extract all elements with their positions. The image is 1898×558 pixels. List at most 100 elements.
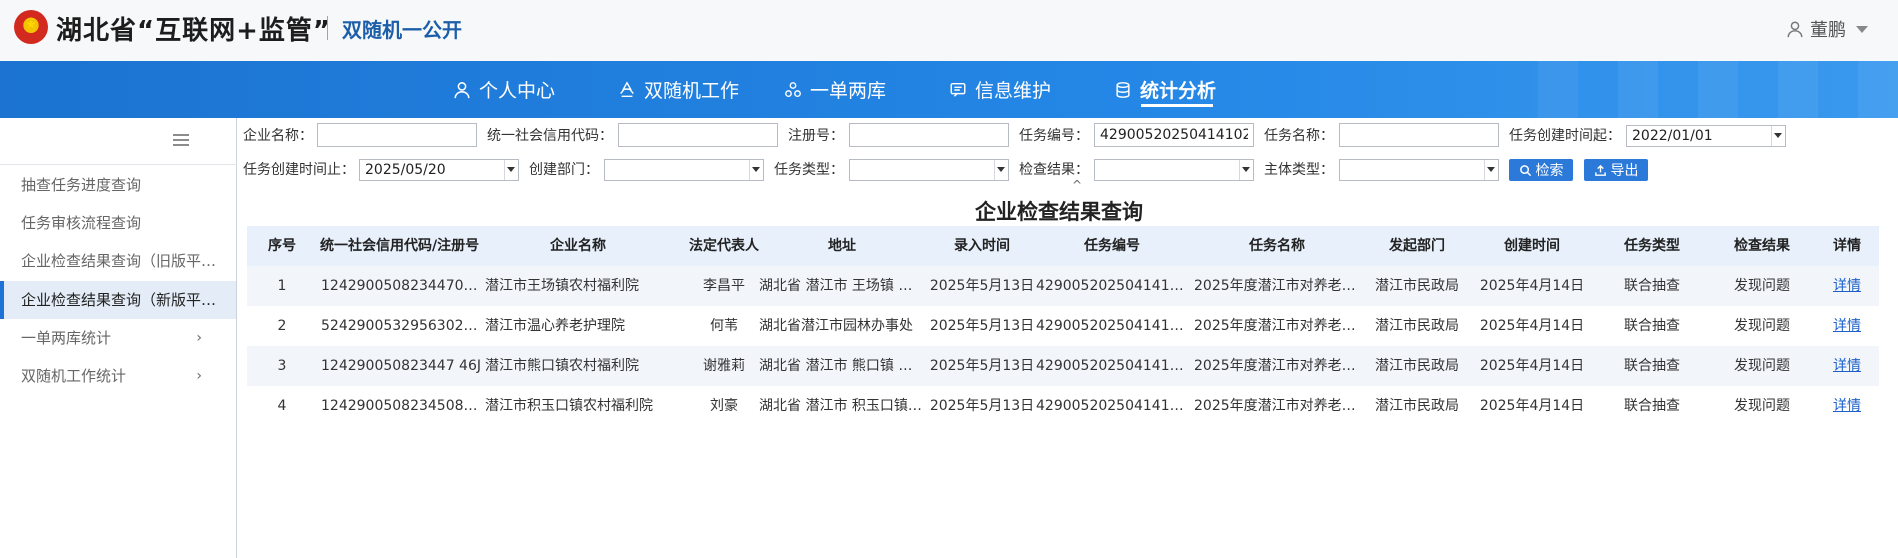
cell-company: 潜江市积玉口镇农村福利院	[485, 398, 653, 414]
message-icon	[950, 82, 966, 97]
detail-link[interactable]: 详情	[1817, 266, 1877, 306]
chevron-right-icon: ›	[196, 330, 202, 346]
detail-link[interactable]: 详情	[1817, 386, 1877, 426]
column-header: 任务名称	[1249, 238, 1305, 254]
column-header: 统一社会信用代码/注册号	[320, 238, 480, 254]
search-button-label: 检索	[1535, 163, 1564, 179]
cell-task-no: 429005202504141028	[1036, 398, 1188, 414]
cell-task-no: 429005202504141028	[1036, 318, 1188, 334]
task-name-input[interactable]	[1339, 123, 1499, 147]
search-button[interactable]: 检索	[1509, 159, 1573, 181]
caret-down-icon	[1487, 167, 1495, 172]
column-header: 任务编号	[1084, 238, 1140, 254]
cell-created-time: 2025年4月14日	[1479, 398, 1585, 414]
sidebar-item-label: 企业检查结果查询（旧版平台）	[21, 252, 232, 270]
table-row: 1 124290050823447035 潜江市王场镇农村福利院 李昌平 湖北省…	[247, 266, 1879, 306]
menu-toggle-icon[interactable]	[173, 134, 189, 146]
credit-code-label: 统一社会信用代码：	[487, 128, 613, 144]
credit-code-input[interactable]	[618, 123, 778, 147]
cell-created-time: 2025年4月14日	[1479, 358, 1585, 374]
sidebar-item-result-new[interactable]: 企业检查结果查询（新版平台）	[0, 281, 236, 319]
cell-index: 1	[277, 278, 287, 294]
detail-link[interactable]: 详情	[1817, 306, 1877, 346]
cell-result: 发现问题	[1734, 398, 1790, 414]
dept-select[interactable]	[604, 159, 764, 181]
nav-item-info-maintenance[interactable]: 信息维护	[949, 76, 1051, 103]
cell-credit-code: 124290050823450879	[321, 398, 481, 414]
group-icon	[785, 81, 801, 97]
cell-index: 3	[277, 358, 287, 374]
created-to-select[interactable]: 2025/05/20	[359, 159, 519, 181]
nav-label: 一单两库	[810, 80, 887, 102]
cell-created-time: 2025年4月14日	[1479, 278, 1585, 294]
created-from-select[interactable]: 2022/01/01	[1626, 125, 1786, 147]
cell-index: 4	[277, 398, 287, 414]
column-header: 序号	[268, 238, 296, 254]
nav-active-underline	[1141, 104, 1213, 107]
column-header: 地址	[828, 238, 856, 254]
nav-item-personal-center[interactable]: 个人中心	[453, 76, 555, 103]
sidebar-item-list-stats[interactable]: 一单两库统计 ›	[0, 319, 236, 357]
cell-credit-code: 124290050823447035	[321, 278, 481, 294]
cell-entry-time: 2025年5月13日	[929, 358, 1035, 374]
caret-down-icon	[1856, 25, 1868, 33]
nav-item-statistics[interactable]: 统计分析	[1114, 76, 1216, 103]
cell-entry-time: 2025年5月13日	[929, 278, 1035, 294]
sidebar-item-audit-flow[interactable]: 任务审核流程查询	[0, 204, 236, 242]
collapse-caret-icon[interactable]: ^	[1072, 178, 1082, 192]
cell-created-time: 2025年4月14日	[1479, 318, 1585, 334]
cell-dept: 潜江市民政局	[1375, 278, 1459, 294]
user-menu[interactable]: 董鹏	[1786, 16, 1868, 42]
cell-credit-code: 124290050823447 46J	[321, 358, 481, 374]
cell-company: 潜江市王场镇农村福利院	[485, 278, 639, 294]
recycle-icon	[620, 80, 634, 97]
caret-down-icon	[1242, 167, 1250, 172]
nav-item-random-work[interactable]: 双随机工作	[618, 76, 739, 103]
detail-link[interactable]: 详情	[1817, 346, 1877, 386]
column-header: 任务类型	[1624, 238, 1680, 254]
sidebar-item-result-old[interactable]: 企业检查结果查询（旧版平台）	[0, 242, 236, 280]
task-name-label: 任务名称：	[1264, 128, 1334, 144]
cell-task-name: 2025年度潜江市对养老机构联合抽查	[1194, 278, 1364, 294]
cell-task-name: 2025年度潜江市对养老机构联合抽查	[1194, 318, 1364, 334]
cell-task-type: 联合抽查	[1624, 278, 1680, 294]
sidebar-item-task-progress[interactable]: 抽查任务进度查询	[0, 166, 236, 204]
column-header: 详情	[1833, 238, 1861, 254]
sub-title: 双随机一公开	[342, 18, 462, 42]
result-select[interactable]	[1094, 159, 1254, 181]
title-divider	[327, 16, 328, 40]
column-header: 法定代表人	[689, 238, 759, 254]
site-title: 湖北省“互联网+监管”	[56, 16, 331, 46]
company-name-input[interactable]	[317, 123, 477, 147]
sidebar-item-random-work-stats[interactable]: 双随机工作统计 ›	[0, 357, 236, 395]
cell-result: 发现问题	[1734, 358, 1790, 374]
cell-entry-time: 2025年5月13日	[929, 318, 1035, 334]
task-no-input[interactable]	[1094, 123, 1254, 147]
created-from-value: 2022/01/01	[1632, 128, 1713, 144]
user-icon	[454, 81, 470, 98]
cell-task-type: 联合抽查	[1624, 358, 1680, 374]
nav-label: 个人中心	[479, 80, 556, 102]
sidebar-item-label: 任务审核流程查询	[21, 214, 142, 232]
dept-label: 创建部门：	[529, 162, 599, 178]
cell-address: 湖北省潜江市园林办事处	[759, 318, 913, 334]
nav-item-one-list-two-libraries[interactable]: 一单两库	[784, 76, 886, 103]
caret-down-icon	[997, 167, 1005, 172]
task-no-label: 任务编号：	[1019, 128, 1089, 144]
task-type-label: 任务类型：	[774, 162, 844, 178]
cell-task-name: 2025年度潜江市对养老机构联合抽查	[1194, 398, 1364, 414]
nav-label: 信息维护	[975, 80, 1052, 102]
reg-no-input[interactable]	[849, 123, 1009, 147]
subject-type-select[interactable]	[1339, 159, 1499, 181]
export-button[interactable]: 导出	[1584, 159, 1648, 181]
caret-down-icon	[507, 167, 515, 172]
cell-legal-rep: 刘豪	[710, 398, 738, 414]
task-type-select[interactable]	[849, 159, 1009, 181]
sidebar-divider	[0, 164, 237, 165]
column-header: 发起部门	[1389, 238, 1445, 254]
column-header: 录入时间	[954, 238, 1010, 254]
app-header: ★ 湖北省“互联网+监管” 双随机一公开 董鹏	[0, 0, 1898, 61]
table-header: 序号 统一社会信用代码/注册号 企业名称 法定代表人 地址 录入时间 任务编号 …	[247, 226, 1879, 266]
cell-company: 潜江市熊口镇农村福利院	[485, 358, 639, 374]
company-name-label: 企业名称：	[243, 128, 313, 144]
